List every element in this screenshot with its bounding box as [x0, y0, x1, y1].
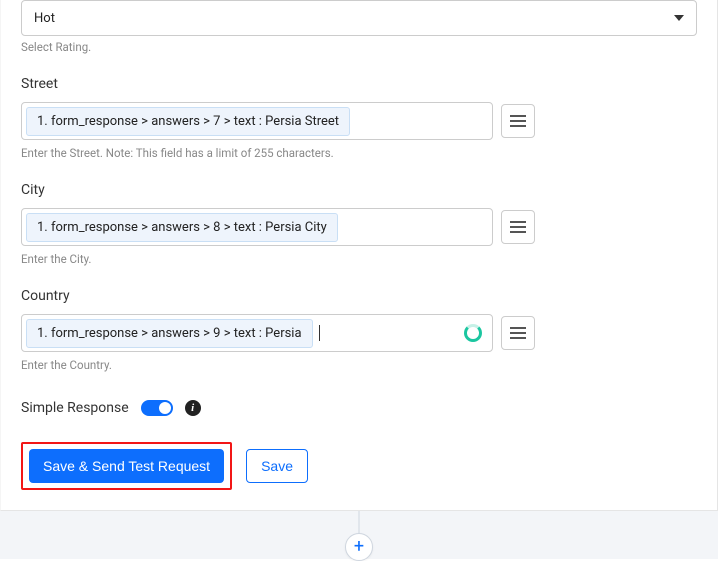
street-token: 1. form_response > answers > 7 > text : … [26, 107, 350, 136]
simple-response-label: Simple Response [21, 400, 129, 416]
button-row: Save & Send Test Request Save [21, 442, 697, 490]
hamburger-icon [510, 115, 526, 117]
save-button[interactable]: Save [246, 449, 308, 483]
street-options-button[interactable] [501, 104, 535, 138]
street-input[interactable]: 1. form_response > answers > 7 > text : … [21, 102, 493, 140]
hamburger-icon [510, 327, 526, 329]
text-cursor [319, 325, 320, 341]
country-options-button[interactable] [501, 316, 535, 350]
country-token: 1. form_response > answers > 9 > text : … [26, 319, 313, 348]
simple-response-toggle[interactable] [141, 400, 173, 416]
street-label: Street [21, 76, 697, 92]
plus-icon: + [354, 538, 364, 556]
rating-helper: Select Rating. [21, 40, 697, 54]
highlight-box: Save & Send Test Request [21, 442, 232, 490]
city-options-button[interactable] [501, 210, 535, 244]
street-helper: Enter the Street. Note: This field has a… [21, 146, 697, 160]
save-send-test-button[interactable]: Save & Send Test Request [29, 449, 224, 483]
form-panel: Hot Select Rating. Street 1. form_respon… [0, 0, 718, 511]
chevron-down-icon [674, 15, 684, 21]
loading-spinner-icon [464, 324, 482, 342]
city-input[interactable]: 1. form_response > answers > 8 > text : … [21, 208, 493, 246]
rating-select[interactable]: Hot [21, 0, 697, 36]
rating-value: Hot [34, 11, 55, 26]
info-icon[interactable]: i [185, 400, 201, 416]
footer-area: + [0, 511, 718, 559]
hamburger-icon [510, 221, 526, 223]
add-step-button[interactable]: + [345, 533, 373, 561]
connector-line [359, 511, 360, 533]
city-helper: Enter the City. [21, 252, 697, 266]
city-token: 1. form_response > answers > 8 > text : … [26, 213, 338, 242]
country-helper: Enter the Country. [21, 358, 697, 372]
country-input[interactable]: 1. form_response > answers > 9 > text : … [21, 314, 493, 352]
city-label: City [21, 182, 697, 198]
country-label: Country [21, 288, 697, 304]
